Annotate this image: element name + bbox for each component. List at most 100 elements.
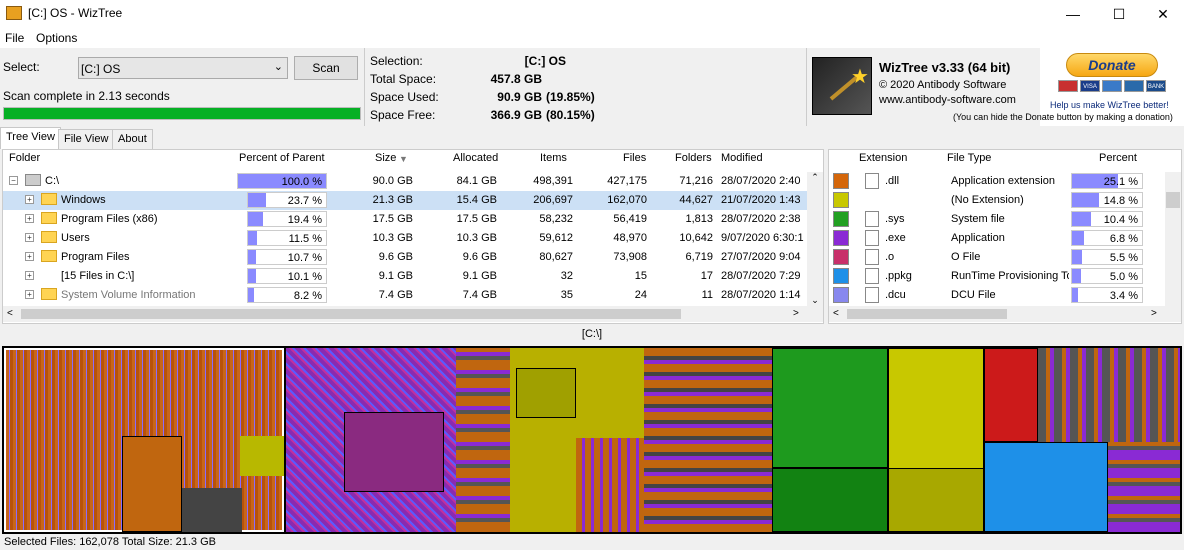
tree-row-modified: 28/07/2020 1:14 xyxy=(721,289,801,301)
percent-bar: 3.4 % xyxy=(1071,287,1143,303)
extension-row[interactable]: .exe Application 6.8 % xyxy=(829,229,1165,248)
tab-about[interactable]: About xyxy=(112,129,153,149)
wiztree-app-icon xyxy=(6,6,22,20)
tree-row-items: 58,232 xyxy=(539,213,573,225)
tree-row[interactable]: + Windows 23.7 % 21.3 GB 15.4 GB 206,697 162,0… xyxy=(3,191,809,210)
menu-options[interactable]: Options xyxy=(36,31,77,45)
treemap-block-program-files[interactable] xyxy=(644,348,772,532)
card-icon xyxy=(1102,80,1122,92)
scroll-down-icon[interactable]: ⌄ xyxy=(807,295,823,306)
col-size[interactable]: Size xyxy=(375,152,396,172)
extension-row[interactable]: (No Extension) 14.8 % xyxy=(829,191,1165,210)
selection-label: Selection: xyxy=(370,54,423,68)
space-used-percent: (19.85%) xyxy=(546,90,595,104)
percent-label: 3.4 % xyxy=(1109,290,1138,302)
minimize-button[interactable]: — xyxy=(1050,0,1096,28)
tree-row-allocated: 84.1 GB xyxy=(456,175,497,187)
scroll-up-icon[interactable]: ⌃ xyxy=(807,172,823,183)
extension-row[interactable]: .dcu DCU File 3.4 % xyxy=(829,286,1165,305)
tab-file-view[interactable]: File View xyxy=(58,129,115,149)
extension-row[interactable]: .sys System file 10.4 % xyxy=(829,210,1165,229)
expand-icon[interactable]: + xyxy=(25,271,34,280)
mastercard-icon xyxy=(1058,80,1078,92)
expand-icon[interactable]: + xyxy=(25,252,34,261)
file-type-icon xyxy=(865,287,879,303)
tree-row[interactable]: + Users 11.5 % 10.3 GB 10.3 GB 59,612 48,970 10… xyxy=(3,229,809,248)
col-folders[interactable]: Folders xyxy=(675,152,712,172)
expand-icon[interactable]: + xyxy=(25,214,34,223)
collapse-icon[interactable]: − xyxy=(9,176,18,185)
tree-row-name: [15 Files in C:\] xyxy=(61,270,135,282)
maximize-button[interactable]: ☐ xyxy=(1096,0,1142,28)
percent-label: 25.1 % xyxy=(1103,176,1138,188)
tree-row-folders: 71,216 xyxy=(679,175,713,187)
tree-horizontal-scrollbar[interactable]: < > xyxy=(3,306,823,322)
percent-bar-fill xyxy=(1072,193,1099,207)
scan-button[interactable]: Scan xyxy=(294,56,358,80)
percent-bar-fill xyxy=(1072,250,1082,264)
status-bar: Selected Files: 162,078 Total Size: 21.3… xyxy=(4,536,216,548)
expand-icon[interactable]: + xyxy=(25,195,34,204)
tree-vertical-scrollbar[interactable]: ⌃ ⌄ xyxy=(807,172,823,306)
file-type-name: (No Extension) xyxy=(951,194,1024,206)
percent-bar-fill xyxy=(248,288,255,302)
ext-vertical-scrollbar[interactable] xyxy=(1165,172,1181,306)
folder-icon xyxy=(41,250,57,262)
tree-row[interactable]: + Program Files 10.7 % 9.6 GB 9.6 GB 80,627 73… xyxy=(3,248,809,267)
tree-row-size: 9.6 GB xyxy=(378,251,413,263)
drive-select[interactable]: [C:] OS ⌄ xyxy=(78,57,288,79)
tree-hscroll-thumb[interactable] xyxy=(21,309,681,319)
col-items[interactable]: Items xyxy=(540,152,567,172)
extension-row[interactable]: .ppkg RunTime Provisioning To 5.0 % xyxy=(829,267,1165,286)
ext-vscroll-thumb[interactable] xyxy=(1166,192,1180,208)
scroll-right-icon[interactable]: > xyxy=(793,308,799,319)
col-percent-of-parent[interactable]: Percent of Parent xyxy=(239,152,325,172)
tree-row[interactable]: + System Volume Information 8.2 % 7.4 GB 7.4… xyxy=(3,286,809,305)
website-link[interactable]: www.antibody-software.com xyxy=(879,94,1016,106)
col-percent[interactable]: Percent xyxy=(1099,152,1137,172)
col-files[interactable]: Files xyxy=(623,152,646,172)
tree-row[interactable]: − C:\ 100.0 % 90.0 GB 84.1 GB 498,391 427,175 7… xyxy=(3,172,809,191)
tree-row-folders: 1,813 xyxy=(685,213,713,225)
donate-button[interactable]: Donate xyxy=(1066,53,1158,77)
expand-icon[interactable]: + xyxy=(25,233,34,242)
treemap-block-sys-file[interactable] xyxy=(772,348,888,468)
chevron-down-icon: ⌄ xyxy=(273,61,283,73)
percent-bar: 100.0 % xyxy=(237,173,327,189)
percent-label: 6.8 % xyxy=(1109,233,1138,245)
scroll-left-icon[interactable]: < xyxy=(7,308,13,319)
treemap-block-ppkg[interactable] xyxy=(984,442,1108,532)
extension-name: .dll xyxy=(885,175,900,187)
extension-row[interactable]: .dll Application extension 25.1 % xyxy=(829,172,1165,191)
extension-row[interactable]: .o O File 5.5 % xyxy=(829,248,1165,267)
tab-tree-view[interactable]: Tree View xyxy=(0,127,61,149)
close-button[interactable]: ✕ xyxy=(1140,0,1184,28)
col-folder[interactable]: Folder xyxy=(9,152,40,172)
col-modified[interactable]: Modified xyxy=(721,152,763,172)
ext-horizontal-scrollbar[interactable]: < > xyxy=(829,306,1181,322)
col-file-type[interactable]: File Type xyxy=(947,152,991,172)
extension-name: .dcu xyxy=(885,289,906,301)
view-tabs: Tree View File View About xyxy=(0,127,1184,149)
col-extension[interactable]: Extension xyxy=(859,152,907,172)
tree-row-allocated: 9.6 GB xyxy=(462,251,497,263)
tree-row-files: 427,175 xyxy=(607,175,647,187)
space-used-value: 90.9 GB xyxy=(497,90,542,104)
percent-label: 11.5 % xyxy=(288,233,322,245)
tree-row[interactable]: + [15 Files in C:\] 10.1 % 9.1 GB 9.1 GB 32 15… xyxy=(3,267,809,286)
title-bar: [C:] OS - WizTree — ☐ ✕ xyxy=(0,0,1184,28)
col-allocated[interactable]: Allocated xyxy=(453,152,498,172)
percent-bar: 25.1 % xyxy=(1071,173,1143,189)
treemap-view[interactable] xyxy=(2,346,1182,534)
scan-status: Scan complete in 2.13 seconds xyxy=(3,89,170,103)
scroll-right-icon[interactable]: > xyxy=(1151,308,1157,319)
percent-bar: 10.7 % xyxy=(247,249,327,265)
percent-label: 10.1 % xyxy=(287,271,322,283)
scroll-left-icon[interactable]: < xyxy=(833,308,839,319)
tree-row-files: 24 xyxy=(634,289,647,301)
ext-hscroll-thumb[interactable] xyxy=(847,309,1007,319)
expand-icon[interactable]: + xyxy=(25,290,34,299)
total-space-value: 457.8 GB xyxy=(490,72,542,86)
menu-file[interactable]: File xyxy=(5,31,24,45)
tree-row[interactable]: + Program Files (x86) 19.4 % 17.5 GB 17.5 GB… xyxy=(3,210,809,229)
